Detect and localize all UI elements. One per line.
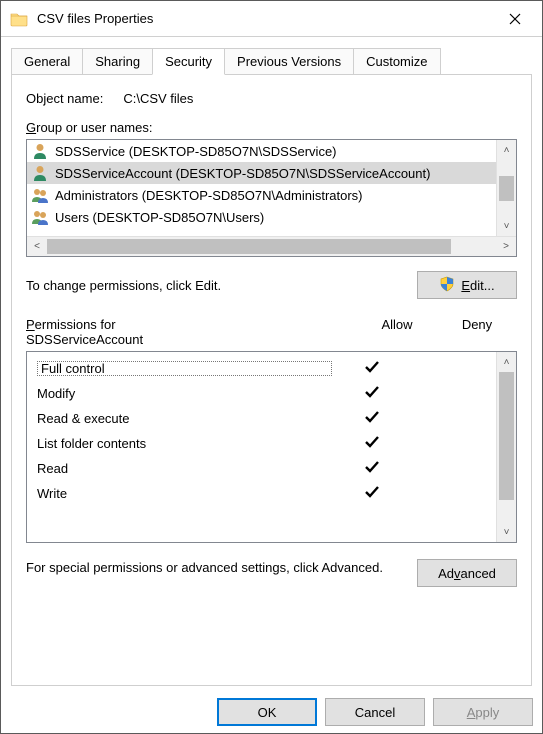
hscroll-thumb[interactable]: [47, 239, 451, 254]
list-item-text: SDSServiceAccount (DESKTOP-SD85O7N\SDSSe…: [55, 166, 430, 181]
dialog-buttons: OK Cancel Apply: [217, 698, 533, 726]
security-panel: Object name: C:\CSV files Group or user …: [11, 74, 532, 686]
list-item[interactable]: SDSServiceAccount (DESKTOP-SD85O7N\SDSSe…: [27, 162, 496, 184]
deny-column-header: Deny: [437, 317, 517, 347]
edit-button[interactable]: Edit...: [417, 271, 517, 299]
ok-button[interactable]: OK: [217, 698, 317, 726]
list-item[interactable]: Administrators (DESKTOP-SD85O7N\Administ…: [27, 184, 496, 206]
permission-row: Read: [29, 456, 494, 481]
check-icon: [363, 459, 381, 475]
permission-name: List folder contents: [37, 436, 332, 451]
allow-cell: [332, 434, 412, 453]
group-user-list[interactable]: SDSService (DESKTOP-SD85O7N\SDSService) S…: [26, 139, 517, 257]
permission-row: Write: [29, 481, 494, 506]
tab-sharing[interactable]: Sharing: [82, 48, 153, 75]
group-list-vscroll[interactable]: ˄ ˅: [496, 140, 516, 236]
permission-row: Full control: [29, 356, 494, 381]
allow-cell: [332, 359, 412, 378]
title-bar: CSV files Properties: [1, 1, 542, 37]
edit-hint: To change permissions, click Edit.: [26, 278, 221, 293]
cancel-button[interactable]: Cancel: [325, 698, 425, 726]
scroll-up-arrow[interactable]: ˄: [497, 140, 516, 160]
object-name-label: Object name:: [26, 91, 103, 106]
list-item-text: SDSService (DESKTOP-SD85O7N\SDSService): [55, 144, 337, 159]
list-item-text: Users (DESKTOP-SD85O7N\Users): [55, 210, 264, 225]
scroll-thumb[interactable]: [499, 176, 514, 201]
permission-row: Read & execute: [29, 406, 494, 431]
user-icon: [31, 142, 49, 160]
perm-scroll-thumb[interactable]: [499, 372, 514, 500]
tab-strip: General Sharing Security Previous Versio…: [11, 47, 532, 74]
advanced-hint: For special permissions or advanced sett…: [26, 559, 397, 577]
tab-security[interactable]: Security: [152, 48, 225, 75]
tab-general[interactable]: General: [11, 48, 83, 75]
tab-customize[interactable]: Customize: [353, 48, 440, 75]
check-icon: [363, 409, 381, 425]
allow-cell: [332, 409, 412, 428]
permission-name: Read: [37, 461, 332, 476]
permission-row: List folder contents: [29, 431, 494, 456]
permission-name: Full control: [37, 361, 332, 376]
check-icon: [363, 434, 381, 450]
allow-cell: [332, 484, 412, 503]
perm-scroll-down[interactable]: ˅: [497, 522, 516, 542]
list-item-text: Administrators (DESKTOP-SD85O7N\Administ…: [55, 188, 363, 203]
group-icon: [31, 208, 49, 226]
tab-previous-versions[interactable]: Previous Versions: [224, 48, 354, 75]
check-icon: [363, 384, 381, 400]
scroll-left-arrow[interactable]: ˂: [27, 237, 47, 256]
group-list-hscroll[interactable]: ˂ ˃: [27, 236, 516, 256]
scroll-down-arrow[interactable]: ˅: [497, 216, 516, 236]
allow-column-header: Allow: [357, 317, 437, 347]
check-icon: [363, 484, 381, 500]
user-icon: [31, 164, 49, 182]
list-item[interactable]: SDSService (DESKTOP-SD85O7N\SDSService): [27, 140, 496, 162]
close-button[interactable]: [492, 3, 538, 35]
permissions-for-label: Permissions for SDSServiceAccount: [26, 317, 357, 347]
shield-icon: [439, 276, 455, 295]
permission-name: Modify: [37, 386, 332, 401]
window-title: CSV files Properties: [37, 11, 492, 26]
allow-cell: [332, 384, 412, 403]
folder-icon: [9, 9, 29, 29]
object-name-value: C:\CSV files: [123, 91, 193, 106]
permissions-list: Full control Modify Read & execute List fol…: [26, 351, 517, 543]
check-icon: [363, 359, 381, 375]
apply-button[interactable]: Apply: [433, 698, 533, 726]
permissions-vscroll[interactable]: ˄ ˅: [496, 352, 516, 542]
permission-row: Modify: [29, 381, 494, 406]
permission-name: Read & execute: [37, 411, 332, 426]
group-icon: [31, 186, 49, 204]
perm-scroll-up[interactable]: ˄: [497, 352, 516, 372]
allow-cell: [332, 459, 412, 478]
scroll-right-arrow[interactable]: ˃: [496, 237, 516, 256]
close-icon: [509, 13, 521, 25]
group-user-names-label: Group or user names:: [26, 120, 517, 135]
permission-name: Write: [37, 486, 332, 501]
advanced-button[interactable]: Advanced: [417, 559, 517, 587]
list-item[interactable]: Users (DESKTOP-SD85O7N\Users): [27, 206, 496, 228]
